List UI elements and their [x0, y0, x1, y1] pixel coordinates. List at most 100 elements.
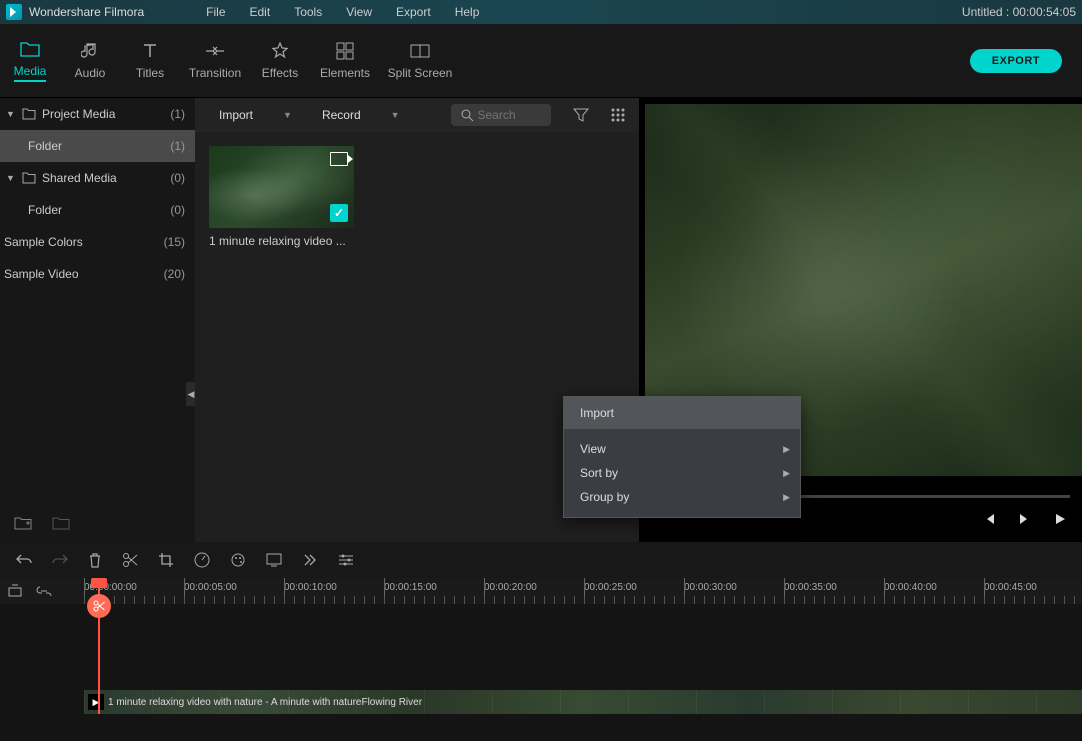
export-button[interactable]: EXPORT [970, 49, 1062, 73]
transition-icon [205, 42, 225, 60]
main-toolbar: Media Audio Titles Transition Effects El… [0, 24, 1082, 98]
record-label: Record [322, 108, 361, 122]
clip-type-icon: ▶ [88, 694, 104, 710]
media-thumbnail[interactable]: ✓ [209, 146, 354, 228]
import-label: Import [219, 108, 253, 122]
tree-sample-video[interactable]: Sample Video (20) [0, 258, 195, 290]
chevron-right-icon: ▶ [783, 492, 790, 503]
tab-media[interactable]: Media [0, 24, 60, 98]
tree-project-media[interactable]: ▼ Project Media (1) [0, 98, 195, 130]
folder-icon[interactable] [52, 516, 70, 530]
ruler-tick: 00:00:05:00 [184, 578, 284, 604]
search-input[interactable] [478, 108, 538, 122]
tab-effects[interactable]: Effects [250, 24, 310, 98]
video-type-icon [330, 152, 348, 166]
play-pause-button[interactable] [1018, 512, 1032, 526]
tree-shared-media[interactable]: ▼ Shared Media (0) [0, 162, 195, 194]
tree-sample-colors[interactable]: Sample Colors (15) [0, 226, 195, 258]
tree-label: Sample Colors [4, 235, 164, 249]
green-screen-button[interactable] [266, 553, 282, 567]
tree-label: Project Media [42, 107, 170, 121]
playhead-handle[interactable] [91, 578, 107, 588]
chevron-down-icon: ▼ [283, 110, 292, 120]
search-icon [461, 109, 474, 122]
timeline-tracks[interactable]: ▶ 1 minute relaxing video with nature - … [0, 604, 1082, 714]
crop-button[interactable] [158, 552, 174, 568]
menu-edit[interactable]: Edit [238, 5, 283, 19]
menu-export[interactable]: Export [384, 5, 443, 19]
tree-folder-2[interactable]: Folder (0) [0, 194, 195, 226]
playhead-cut-icon[interactable] [87, 594, 111, 618]
keyframe-button[interactable] [302, 552, 318, 568]
chevron-down-icon: ▼ [391, 110, 400, 120]
app-name: Wondershare Filmora [29, 5, 144, 19]
media-item[interactable]: ✓ 1 minute relaxing video ... [209, 146, 354, 248]
folder-icon [20, 40, 40, 58]
color-button[interactable] [230, 552, 246, 568]
redo-button[interactable] [52, 553, 68, 567]
filter-icon[interactable] [573, 108, 589, 122]
ruler-tick: 00:00:20:00 [484, 578, 584, 604]
tab-effects-label: Effects [262, 66, 298, 80]
ctx-group-by[interactable]: Group by▶ [564, 485, 800, 509]
undo-button[interactable] [16, 553, 32, 567]
playhead[interactable] [98, 578, 100, 714]
link-icon[interactable] [36, 586, 52, 596]
tab-titles[interactable]: Titles [120, 24, 180, 98]
app-logo-icon [6, 4, 22, 20]
tab-audio[interactable]: Audio [60, 24, 120, 98]
tab-split-screen[interactable]: Split Screen [380, 24, 460, 98]
menu-tools[interactable]: Tools [282, 5, 334, 19]
search-box[interactable] [451, 104, 551, 126]
timeline-ruler[interactable]: 00:00:00:00 00:00:05:00 00:00:10:00 00:0… [0, 578, 1082, 604]
split-button[interactable] [122, 552, 138, 568]
ctx-label: Import [580, 406, 614, 420]
tree-count: (1) [170, 107, 185, 121]
add-track-icon[interactable] [8, 584, 22, 598]
tree-label: Folder [28, 139, 170, 153]
menu-help[interactable]: Help [443, 5, 492, 19]
tab-audio-label: Audio [75, 66, 106, 80]
menubar: File Edit Tools View Export Help [194, 5, 491, 19]
ruler-tick: 00:00:15:00 [384, 578, 484, 604]
speed-button[interactable] [194, 552, 210, 568]
ruler-tick: 00:00:35:00 [784, 578, 884, 604]
project-title: Untitled : 00:00:54:05 [962, 5, 1076, 19]
tree-label: Shared Media [42, 171, 170, 185]
tab-split-label: Split Screen [388, 66, 453, 80]
media-grid[interactable]: ✓ 1 minute relaxing video ... Import Vie… [195, 132, 639, 542]
next-frame-button[interactable] [1054, 512, 1066, 526]
tree-folder-1[interactable]: Folder (1) [0, 130, 195, 162]
context-menu: Import View▶ Sort by▶ Group by▶ [563, 396, 801, 518]
ruler-tick: 00:00:30:00 [684, 578, 784, 604]
ctx-sort-by[interactable]: Sort by▶ [564, 461, 800, 485]
grid-view-icon[interactable] [611, 108, 625, 122]
delete-button[interactable] [88, 552, 102, 568]
folder-icon [22, 172, 36, 184]
clip-name: 1 minute relaxing video with nature - A … [108, 697, 422, 708]
chevron-down-icon: ▼ [6, 109, 16, 119]
new-folder-icon[interactable] [14, 516, 32, 530]
chevron-right-icon: ▶ [783, 444, 790, 455]
tree-count: (20) [164, 267, 185, 281]
tree-label: Folder [28, 203, 170, 217]
prev-frame-button[interactable] [982, 512, 996, 526]
menu-view[interactable]: View [334, 5, 384, 19]
video-track-clip[interactable]: ▶ 1 minute relaxing video with nature - … [84, 690, 1082, 714]
menu-file[interactable]: File [194, 5, 237, 19]
titles-icon [140, 42, 160, 60]
record-dropdown[interactable]: Record ▼ [312, 104, 410, 126]
import-dropdown[interactable]: Import ▼ [209, 104, 302, 126]
split-icon [410, 42, 430, 60]
ctx-import[interactable]: Import [564, 397, 800, 429]
tree-count: (1) [170, 139, 185, 153]
tab-transition[interactable]: Transition [180, 24, 250, 98]
tab-titles-label: Titles [136, 66, 164, 80]
tab-elements[interactable]: Elements [310, 24, 380, 98]
media-name: 1 minute relaxing video ... [209, 234, 354, 248]
ctx-view[interactable]: View▶ [564, 437, 800, 461]
adjust-button[interactable] [338, 554, 354, 566]
ruler-tick: 00:00:45:00 [984, 578, 1082, 604]
media-panel: Import ▼ Record ▼ ✓ 1 minute relaxing vi… [195, 98, 639, 542]
audio-icon [80, 42, 100, 60]
